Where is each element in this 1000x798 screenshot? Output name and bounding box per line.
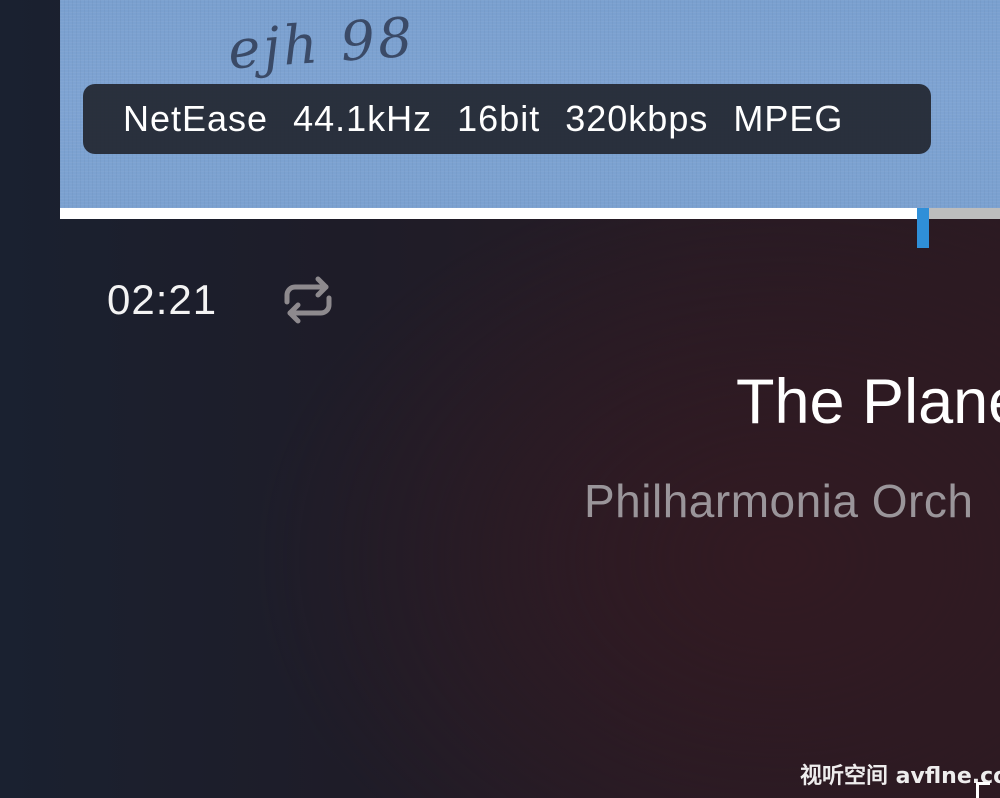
album-art: ejh 98 NetEase 44.1kHz 16bit 320kbps MPE… bbox=[60, 0, 1000, 208]
progress-fill bbox=[60, 208, 923, 219]
format-codec: MPEG bbox=[733, 98, 844, 139]
format-source: NetEase bbox=[123, 98, 269, 139]
corner-bracket-icon bbox=[976, 782, 990, 798]
audio-format-badge: NetEase 44.1kHz 16bit 320kbps MPEG bbox=[83, 84, 931, 154]
track-title: The Plane bbox=[736, 367, 1000, 437]
watermark: 视听空间 avflne.com bbox=[800, 764, 1000, 789]
progress-thumb[interactable] bbox=[917, 208, 929, 248]
repeat-button[interactable] bbox=[276, 272, 340, 328]
format-sample-rate: 44.1kHz bbox=[293, 98, 433, 139]
album-art-signature: ejh 98 bbox=[226, 5, 418, 82]
track-artist: Philharmonia Orch bbox=[584, 475, 974, 527]
elapsed-time: 02:21 bbox=[107, 276, 218, 323]
format-bit-depth: 16bit bbox=[457, 98, 541, 139]
repeat-icon bbox=[284, 276, 332, 324]
progress-bar[interactable] bbox=[60, 208, 1000, 248]
format-bitrate: 320kbps bbox=[565, 98, 709, 139]
